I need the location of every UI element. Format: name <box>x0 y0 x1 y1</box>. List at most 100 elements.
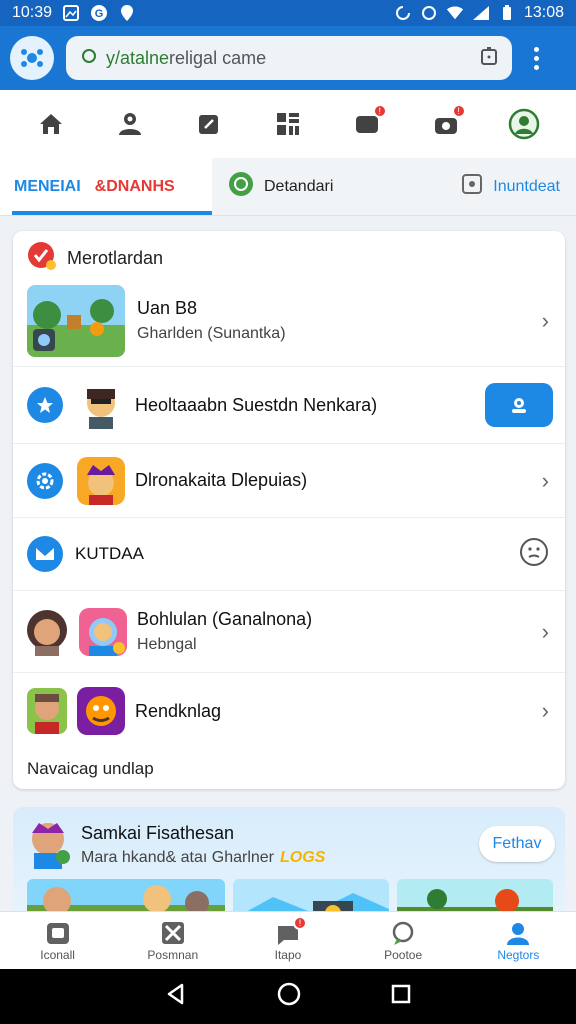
url-prefix: y/atalne <box>106 47 170 68</box>
chat-icon[interactable]: ! <box>351 104 387 140</box>
comment-icon <box>392 921 414 945</box>
nav-label: Posmnan <box>147 947 199 962</box>
row-subtitle: Gharlden (Sunantka) <box>137 325 286 342</box>
promo-logo-badge: LOGS <box>280 849 326 866</box>
user-icon[interactable] <box>114 108 146 140</box>
svg-text:G: G <box>95 8 104 20</box>
tools-icon <box>161 921 184 944</box>
row-title: Heoltaaabn Suestdn Nenkara) <box>135 394 378 415</box>
secure-search-icon <box>80 47 98 70</box>
edit-icon[interactable] <box>193 108 225 140</box>
tab-detandari-label: Detandari <box>264 177 334 195</box>
row-title: Uan B8 <box>137 298 198 318</box>
heart-badge-icon <box>27 241 57 276</box>
wifi-icon <box>446 4 464 22</box>
app-bar: y/atalnereligal came <box>0 26 576 90</box>
profile-avatar-icon[interactable] <box>508 108 540 140</box>
back-icon[interactable] <box>164 982 188 1011</box>
mail-badge-icon <box>27 536 63 572</box>
tab-secondary-group: Detandari Inuntdeat <box>212 158 576 215</box>
female-avatar-icon <box>25 608 69 656</box>
game-list-card: Merotlardan Uan B8 Gharlden (Sunantka) › <box>13 231 565 789</box>
nav-label: Pootoe <box>384 947 423 962</box>
emoji-reaction-icon[interactable] <box>519 537 549 572</box>
list-item[interactable]: Uan B8 Gharlden (Sunantka) › <box>13 275 565 367</box>
promo-avatar-icon <box>25 819 71 869</box>
promo-banner[interactable]: Samkai Fisathesan Mara hkand& ataı Gharl… <box>13 807 565 927</box>
chevron-right-icon: › <box>541 467 549 493</box>
tab-switcher-icon[interactable] <box>480 46 498 71</box>
apps-grid-icon[interactable] <box>272 108 304 140</box>
tab-inuntdeat-label: Inuntdeat <box>493 177 560 195</box>
url-rest: religal came <box>169 47 267 68</box>
list-item[interactable]: Heoltaaabn Suestdn Nenkara) <box>13 367 565 444</box>
google-notification-icon: G <box>90 4 108 22</box>
nav-item-negtors[interactable]: Negtors <box>473 920 563 962</box>
card-footer-text: Navaicag undlap <box>27 759 154 778</box>
whatsapp-icon <box>228 171 254 202</box>
tab-primary[interactable]: MENEIAI &DNANHS <box>0 158 212 215</box>
sync-icon <box>394 4 412 22</box>
chevron-right-icon: › <box>541 307 549 333</box>
chevron-right-icon: › <box>541 698 549 723</box>
signal-icon <box>472 4 490 22</box>
card-header-title: Merotlardan <box>67 248 164 268</box>
image-notification-icon <box>62 4 80 22</box>
overflow-menu-icon[interactable] <box>526 46 546 70</box>
list-item[interactable]: Dlronakaita Dlepuias) › <box>13 444 565 518</box>
nav-item-itapo[interactable]: ! Itapo <box>243 915 333 962</box>
nav-label: Negtors <box>497 947 540 962</box>
nav-item-posmnan[interactable]: Posmnan <box>128 920 218 962</box>
row-title: Bohlulan (Ganalnona) <box>137 609 313 629</box>
promo-subtitle-text: Mara hkand& ataı Gharlner <box>81 849 274 866</box>
nav-label: Itapo <box>274 947 302 962</box>
nav-notification-badge: ! <box>292 915 307 930</box>
tab-bar: MENEIAI &DNANHS Detandari Inuntdeat <box>0 158 576 216</box>
tab-inuntdeat[interactable]: Inuntdeat <box>461 173 560 200</box>
row-subtitle: Hebngal <box>137 636 197 653</box>
image-frame-icon <box>461 173 483 200</box>
home-circle-icon[interactable] <box>276 981 302 1012</box>
app-logo-icon[interactable] <box>10 36 54 80</box>
nav-item-pootoe[interactable]: Pootoe <box>358 920 448 962</box>
promo-action-button[interactable]: Fethav <box>479 826 555 862</box>
status-time-right: 13:08 <box>523 4 564 21</box>
url-bar[interactable]: y/atalnereligal came <box>66 36 512 80</box>
nav-label: Iconall <box>40 947 75 962</box>
status-time-left: 10:39 <box>12 4 53 21</box>
system-navigation-bar <box>0 969 576 1024</box>
chevron-right-icon: › <box>541 618 549 644</box>
alarm-icon <box>420 4 438 22</box>
bottom-navigation: Iconall Posmnan ! Itapo Pootoe Negtors <box>0 911 576 969</box>
row-title: Dlronakaita Dlepuias) <box>135 470 308 490</box>
card-header: Merotlardan <box>27 241 163 276</box>
warrior-avatar-icon <box>27 688 67 734</box>
game-character-thumbnail <box>77 456 125 505</box>
list-item[interactable]: KUTDAA <box>13 518 565 591</box>
chat-notification-badge: ! <box>372 104 387 118</box>
profile-icon <box>507 922 530 945</box>
gift-notification-badge: ! <box>451 104 466 118</box>
tab-primary-label-red: &DNANHS <box>94 177 175 195</box>
shortcut-icon-row: ! ! <box>0 90 576 158</box>
battery-icon <box>498 4 516 22</box>
save-action-button[interactable] <box>485 383 553 427</box>
promo-title: Samkai Fisathesan <box>81 823 235 843</box>
tab-detandari[interactable]: Detandari <box>228 171 333 202</box>
gift-icon[interactable]: ! <box>430 104 466 140</box>
tab-active-underline <box>12 211 212 215</box>
location-notification-icon <box>118 4 136 22</box>
game-character-thumbnail <box>79 607 127 656</box>
list-item[interactable]: Rendknlag › <box>13 673 565 749</box>
settings-badge-icon <box>27 462 63 499</box>
url-text: y/atalnereligal came <box>106 48 266 69</box>
list-item[interactable]: Bohlulan (Ganalnona) Hebngal › <box>13 591 565 673</box>
home-icon[interactable] <box>35 108 67 140</box>
nav-item-iconall[interactable]: Iconall <box>13 920 103 962</box>
promo-subtitle: Mara hkand& ataı Gharlner LOGS <box>81 849 325 867</box>
star-badge-icon <box>27 387 63 423</box>
game-character-thumbnail <box>77 687 125 735</box>
game-icon <box>46 922 69 944</box>
recents-icon[interactable] <box>390 983 412 1010</box>
character-avatar-icon <box>77 381 125 429</box>
